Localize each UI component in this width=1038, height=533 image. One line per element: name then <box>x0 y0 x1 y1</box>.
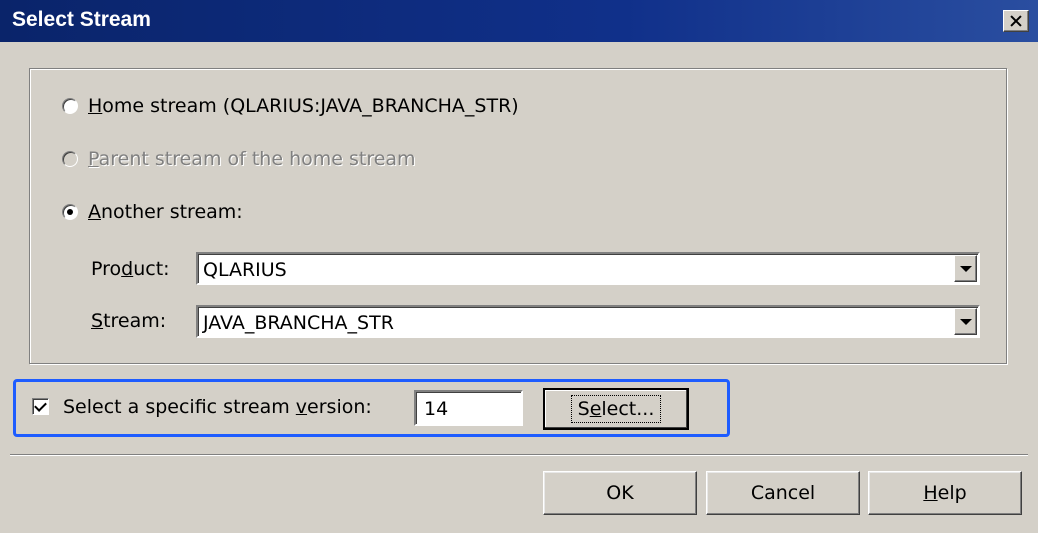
help-label: Help <box>923 482 967 504</box>
separator <box>10 454 1028 456</box>
home-stream-label: Home stream (QLARIUS:JAVA_BRANCHA_STR) <box>88 95 519 117</box>
stream-value: JAVA_BRANCHA_STR <box>203 312 394 334</box>
chevron-down-icon[interactable] <box>954 255 977 282</box>
radio-parent-stream: Parent stream of the home stream <box>62 148 416 170</box>
product-value: QLARIUS <box>203 259 287 281</box>
stream-dropdown[interactable]: JAVA_BRANCHA_STR <box>196 305 980 338</box>
radio-home-stream[interactable]: Home stream (QLARIUS:JAVA_BRANCHA_STR) <box>62 95 519 117</box>
specific-version-label: Select a specific stream version: <box>63 396 372 418</box>
select-button-label: Select... <box>570 395 662 423</box>
title-bar: Select Stream <box>0 0 1038 42</box>
version-input[interactable]: 14 <box>414 390 523 426</box>
chevron-down-icon[interactable] <box>954 308 977 335</box>
select-version-button[interactable]: Select... <box>543 388 689 430</box>
stream-label: Stream: <box>91 310 167 332</box>
radio-another-stream[interactable]: Another stream: <box>62 201 243 223</box>
radio-button <box>62 151 78 167</box>
radio-button[interactable] <box>62 98 78 114</box>
cancel-button[interactable]: Cancel <box>706 471 860 515</box>
ok-button[interactable]: OK <box>543 471 697 515</box>
radio-button[interactable] <box>62 204 78 220</box>
window-title: Select Stream <box>12 8 151 31</box>
version-value: 14 <box>424 398 449 420</box>
specific-version-checkbox[interactable] <box>32 398 49 415</box>
close-icon[interactable] <box>1003 10 1029 32</box>
ok-label: OK <box>606 482 634 504</box>
cancel-label: Cancel <box>750 482 816 504</box>
help-button[interactable]: Help <box>868 471 1022 515</box>
another-stream-label: Another stream: <box>88 201 243 223</box>
product-label: Product: <box>91 258 170 280</box>
product-dropdown[interactable]: QLARIUS <box>196 252 980 285</box>
parent-stream-label: Parent stream of the home stream <box>88 148 416 170</box>
